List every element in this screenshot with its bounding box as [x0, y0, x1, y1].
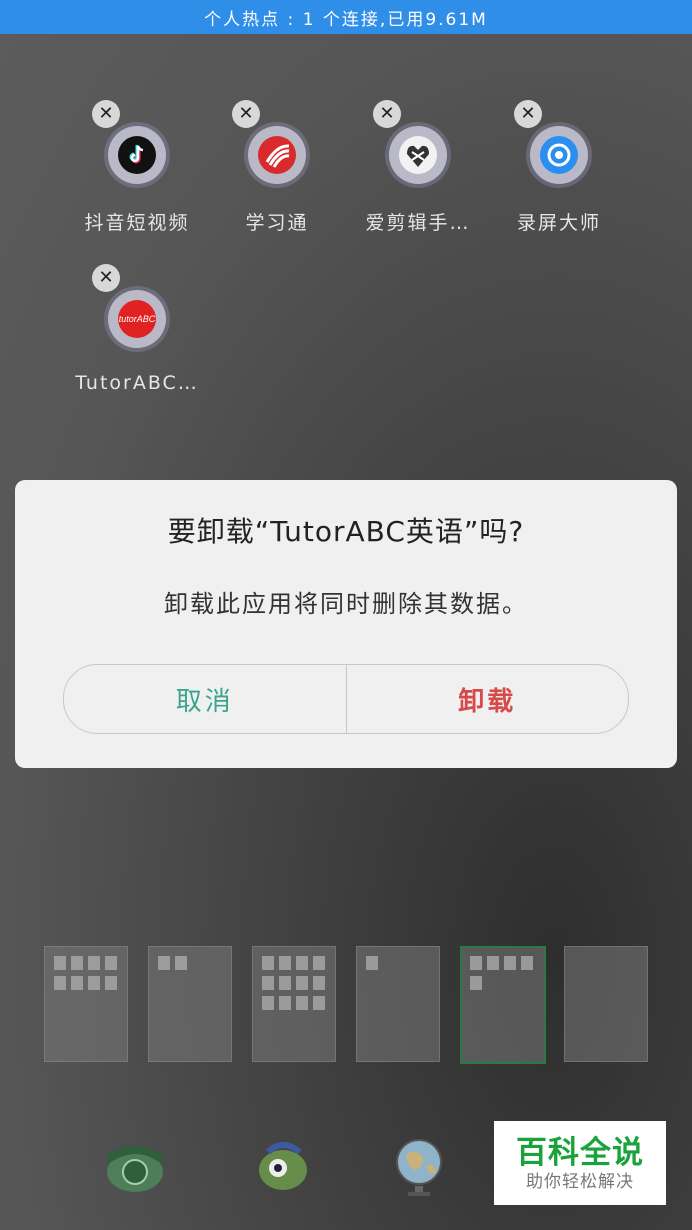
uninstall-dialog: 要卸载“TutorABC英语”吗? 卸载此应用将同时删除其数据。 取消 卸载	[15, 480, 677, 768]
app-xuexitong[interactable]: ✕ 学习通	[212, 100, 342, 235]
remove-app-screen-recorder-button[interactable]: ✕	[514, 100, 542, 128]
tutorabc-icon: tutorABC	[118, 300, 156, 338]
globe-icon[interactable]	[386, 1130, 456, 1200]
watermark-title: 百科全说	[516, 1135, 644, 1171]
dialog-message: 卸载此应用将同时删除其数据。	[164, 590, 528, 618]
app-label: 学习通	[245, 212, 309, 234]
page-thumbnail-6[interactable]	[564, 946, 648, 1062]
uninstall-button[interactable]: 卸载	[347, 665, 629, 733]
app-label: TutorABC…	[75, 372, 199, 394]
page-thumbnail-3[interactable]	[252, 946, 336, 1062]
screen-recorder-icon	[540, 136, 578, 174]
dialog-buttons: 取消 卸载	[63, 664, 629, 734]
app-label: 抖音短视频	[84, 212, 190, 234]
monster-icon[interactable]	[248, 1130, 318, 1200]
remove-app-ijianji-button[interactable]: ✕	[373, 100, 401, 128]
remove-app-tiktok-button[interactable]: ✕	[92, 100, 120, 128]
status-bar: 个人热点 : 1 个连接,已用9.61M	[0, 0, 692, 34]
page-thumbnails	[44, 946, 648, 1064]
page-thumbnail-1[interactable]	[44, 946, 128, 1062]
page-thumbnail-5-current[interactable]	[460, 946, 546, 1064]
ijianji-icon	[399, 136, 437, 174]
tiktok-icon	[118, 136, 156, 174]
page-thumbnail-2[interactable]	[148, 946, 232, 1062]
xuexitong-icon	[258, 136, 296, 174]
app-tutorabc[interactable]: tutorABC ✕ TutorABC…	[72, 264, 202, 394]
cancel-button[interactable]: 取消	[64, 665, 347, 733]
remove-app-tutorabc-button[interactable]: ✕	[92, 264, 120, 292]
app-tiktok[interactable]: ✕ 抖音短视频	[72, 100, 202, 235]
app-ijianji[interactable]: ✕ 爱剪辑手…	[353, 100, 483, 235]
watermark-subtitle: 助你轻松解决	[526, 1172, 634, 1192]
app-screen-recorder[interactable]: ✕ 录屏大师	[494, 100, 624, 235]
app-label: 录屏大师	[516, 212, 601, 234]
remove-app-xuexitong-button[interactable]: ✕	[232, 100, 260, 128]
watermark: 百科全说 助你轻松解决	[494, 1121, 666, 1205]
app-label: 爱剪辑手…	[365, 212, 471, 234]
telephone-icon[interactable]	[100, 1130, 170, 1200]
page-thumbnail-4[interactable]	[356, 946, 440, 1062]
dialog-title: 要卸载“TutorABC英语”吗?	[167, 515, 525, 548]
svg-text:tutorABC: tutorABC	[119, 314, 156, 324]
status-bar-text: 个人热点 : 1 个连接,已用9.61M	[204, 9, 488, 30]
